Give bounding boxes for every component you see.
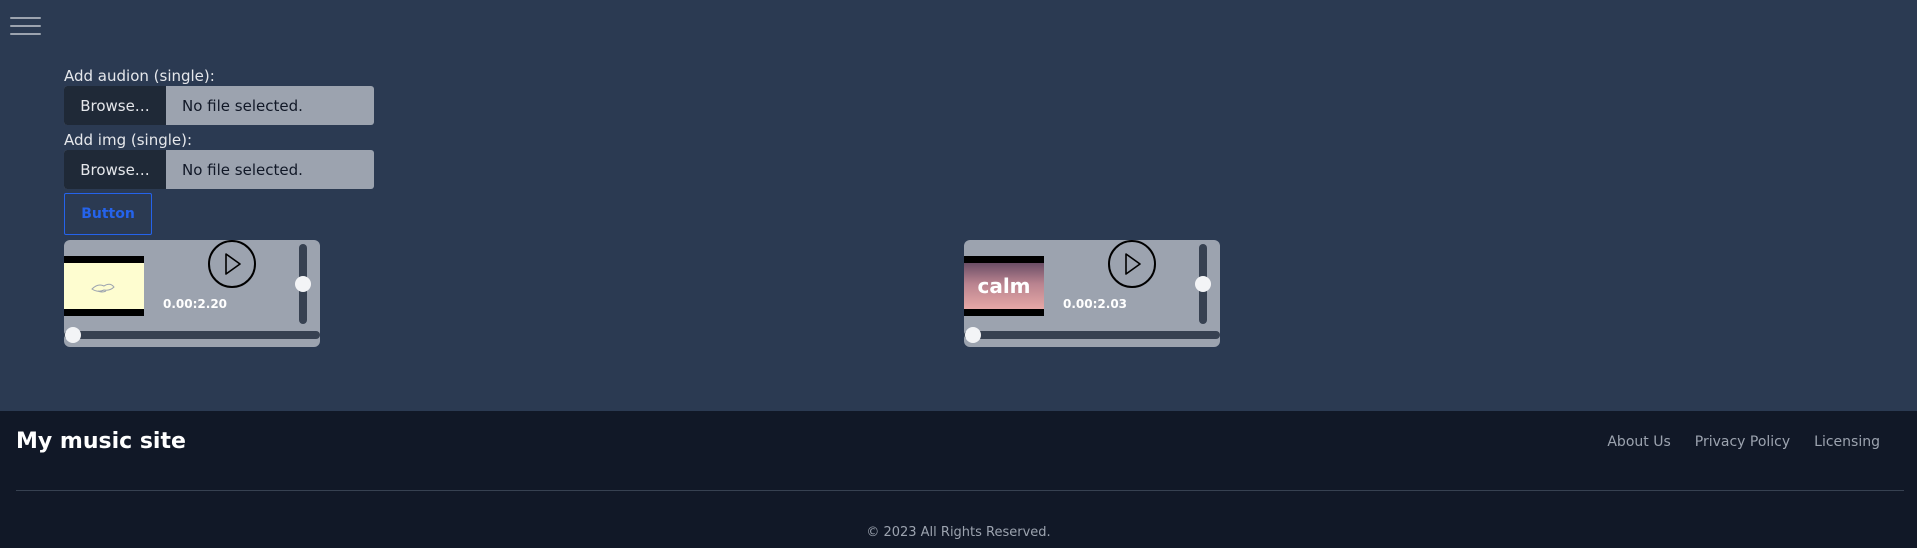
menu-line bbox=[10, 17, 41, 19]
audio-upload-label: Add audion (single): bbox=[64, 67, 215, 85]
playback-time: 0.00:2.20 bbox=[163, 297, 228, 311]
footer-divider bbox=[16, 490, 1904, 491]
footer-link-about[interactable]: About Us bbox=[1607, 434, 1670, 450]
volume-knob[interactable] bbox=[1195, 276, 1211, 292]
track-thumbnail bbox=[64, 256, 144, 316]
track-thumbnail: calm bbox=[964, 256, 1044, 316]
img-file-status: No file selected. bbox=[182, 160, 303, 179]
audio-file-input[interactable]: Browse… No file selected. bbox=[64, 86, 374, 125]
footer-link-licensing[interactable]: Licensing bbox=[1814, 434, 1880, 450]
seek-knob[interactable] bbox=[965, 327, 981, 343]
audio-player: calm 0.00:2.03 bbox=[964, 240, 1220, 347]
thumbnail-image bbox=[64, 263, 144, 309]
audio-browse-button[interactable]: Browse… bbox=[64, 86, 166, 125]
site-footer: My music site About Us Privacy Policy Li… bbox=[0, 411, 1917, 548]
play-icon[interactable] bbox=[208, 240, 256, 288]
site-title[interactable]: My music site bbox=[16, 429, 186, 454]
upload-form: Add audion (single): Browse… No file sel… bbox=[64, 66, 384, 235]
img-upload-label: Add img (single): bbox=[64, 131, 193, 149]
img-browse-button[interactable]: Browse… bbox=[64, 150, 166, 189]
seek-knob[interactable] bbox=[65, 327, 81, 343]
seek-bar[interactable] bbox=[64, 331, 320, 339]
copyright-text: © 2023 All Rights Reserved. bbox=[866, 525, 1051, 540]
menu-line bbox=[10, 25, 41, 27]
hamburger-menu-icon[interactable] bbox=[10, 17, 41, 35]
play-icon[interactable] bbox=[1108, 240, 1156, 288]
footer-link-privacy[interactable]: Privacy Policy bbox=[1695, 434, 1790, 450]
audio-file-status: No file selected. bbox=[182, 96, 303, 115]
audio-player: 0.00:2.20 bbox=[64, 240, 320, 347]
volume-knob[interactable] bbox=[295, 276, 311, 292]
submit-button[interactable]: Button bbox=[64, 193, 152, 235]
img-file-input[interactable]: Browse… No file selected. bbox=[64, 150, 374, 189]
thumbnail-image: calm bbox=[964, 263, 1044, 309]
playback-time: 0.00:2.03 bbox=[1063, 297, 1128, 311]
footer-nav: About Us Privacy Policy Licensing bbox=[1607, 434, 1880, 450]
menu-line bbox=[10, 33, 41, 35]
seek-bar[interactable] bbox=[964, 331, 1220, 339]
